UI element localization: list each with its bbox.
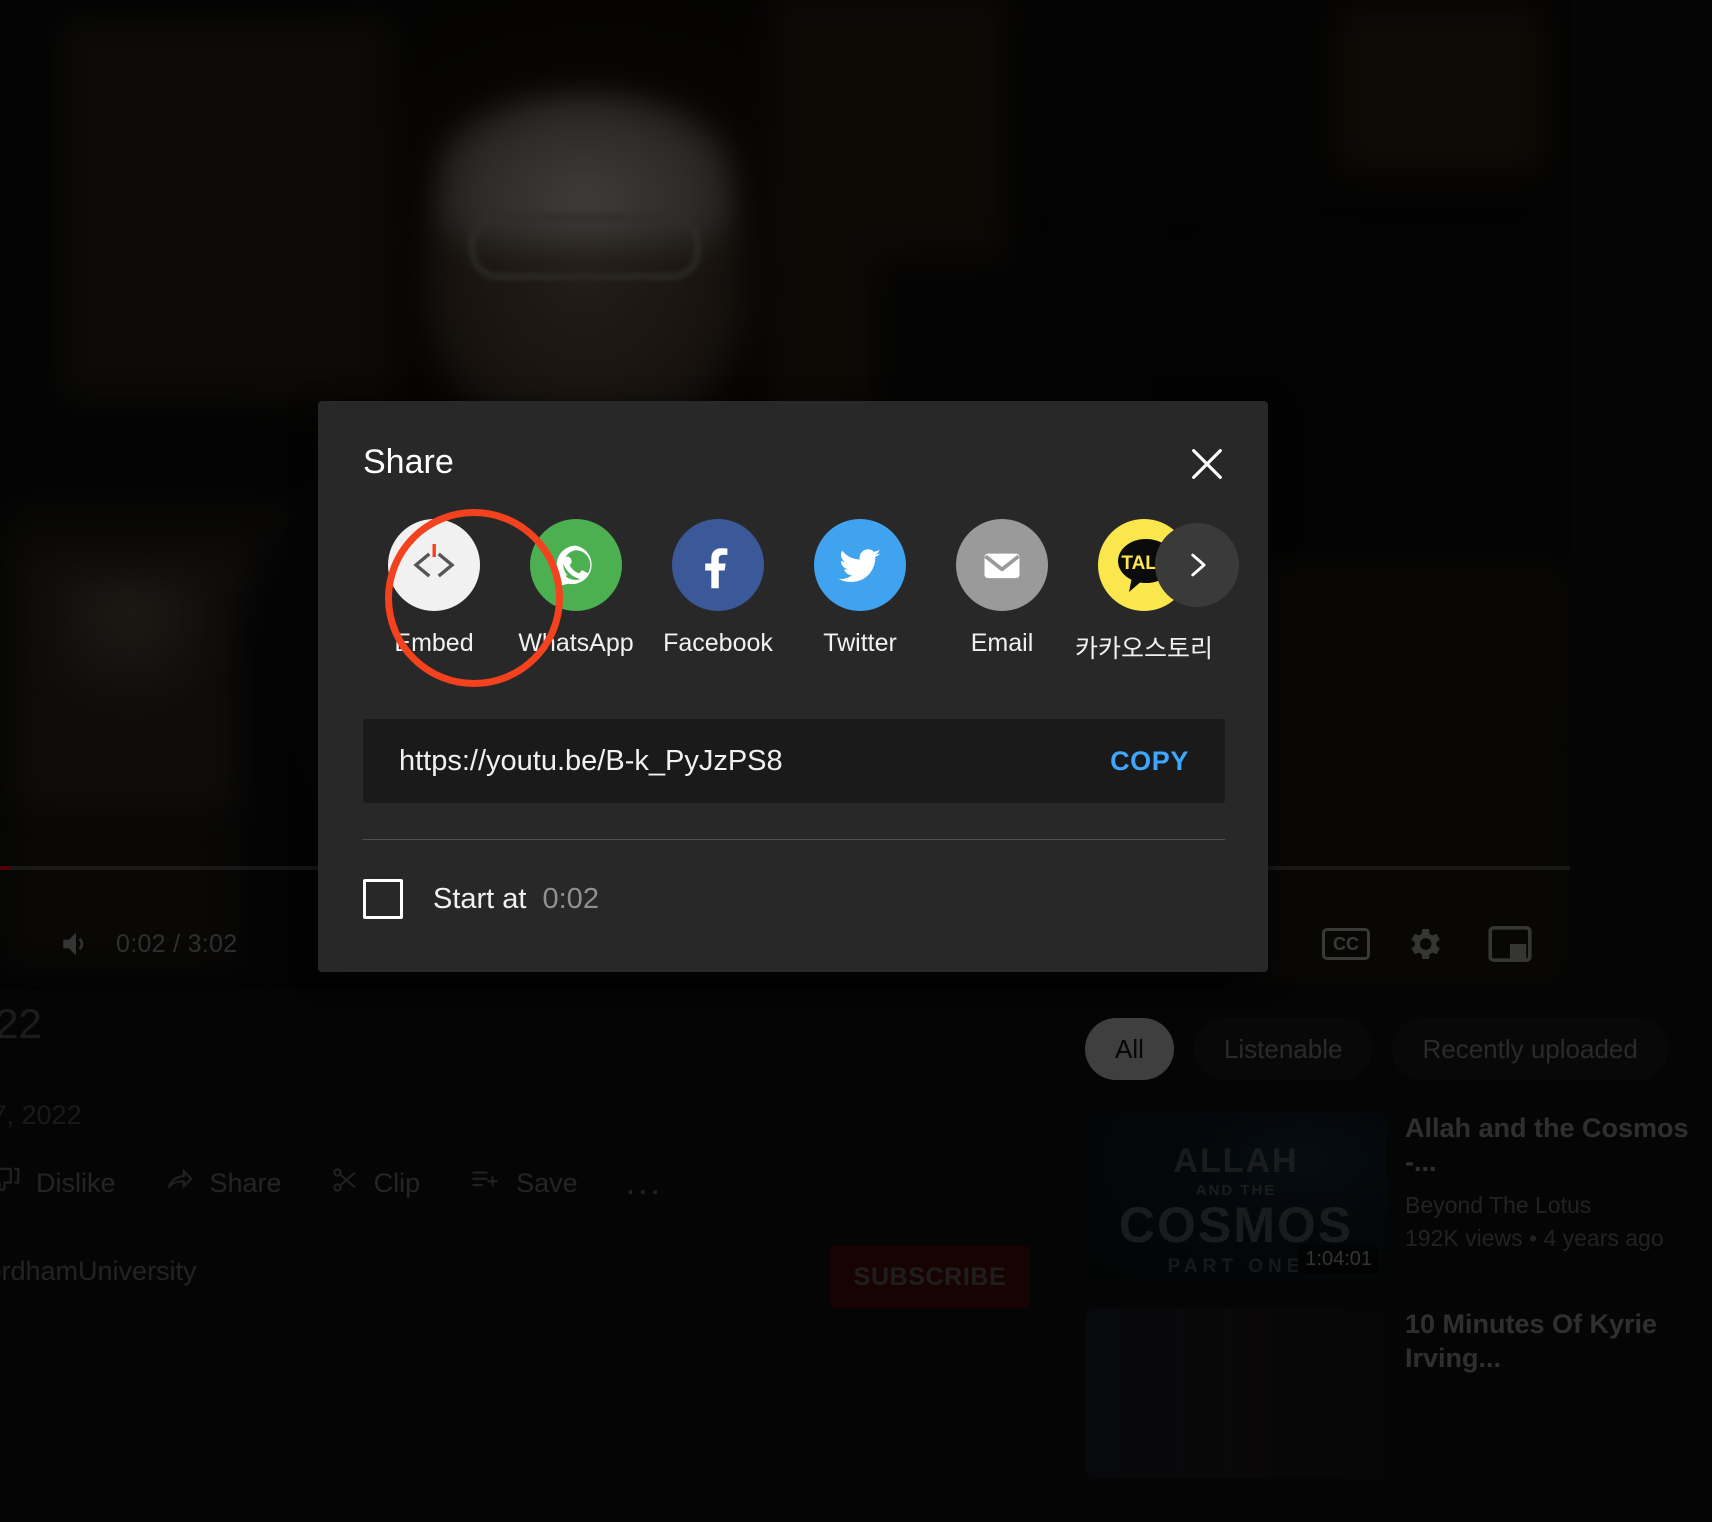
share-target-twitter[interactable]: Twitter — [789, 519, 931, 665]
copy-button[interactable]: COPY — [1110, 746, 1189, 777]
start-at-row: Start at 0:02 — [363, 879, 599, 919]
start-at-checkbox[interactable] — [363, 879, 403, 919]
start-at-label: Start at — [433, 882, 527, 915]
share-target-facebook[interactable]: Facebook — [647, 519, 789, 665]
share-url-value[interactable]: https://youtu.be/B-k_PyJzPS8 — [399, 745, 1110, 778]
embed-icon — [388, 519, 480, 611]
dialog-title: Share — [363, 443, 454, 481]
share-target-label: Email — [970, 629, 1034, 657]
share-target-embed[interactable]: Embed — [363, 519, 505, 665]
close-icon[interactable] — [1179, 436, 1235, 492]
youtube-watch-page: 0:02 / 3:02 CC n 3 1 22 or 7, — [0, 0, 1712, 1522]
email-icon — [956, 519, 1048, 611]
share-target-label: WhatsApp — [518, 629, 634, 657]
share-target-label: Embed — [394, 629, 474, 657]
facebook-icon — [672, 519, 764, 611]
twitter-icon — [814, 519, 906, 611]
dialog-divider — [363, 839, 1225, 840]
share-url-field[interactable]: https://youtu.be/B-k_PyJzPS8 COPY — [363, 719, 1225, 803]
next-share-targets-button[interactable] — [1155, 523, 1239, 607]
share-target-email[interactable]: Email — [931, 519, 1073, 665]
share-target-whatsapp[interactable]: WhatsApp — [505, 519, 647, 665]
whatsapp-icon — [530, 519, 622, 611]
share-targets: Embed WhatsApp Facebook Twitter Email TA… — [363, 509, 1239, 689]
start-at-time[interactable]: 0:02 — [543, 883, 599, 916]
share-dialog: Share Embed WhatsApp Facebook Twitter Em… — [318, 401, 1268, 972]
share-target-label: Twitter — [823, 629, 897, 657]
share-target-label: 카카오스토리 — [1074, 635, 1213, 663]
share-target-label: Facebook — [663, 629, 773, 657]
